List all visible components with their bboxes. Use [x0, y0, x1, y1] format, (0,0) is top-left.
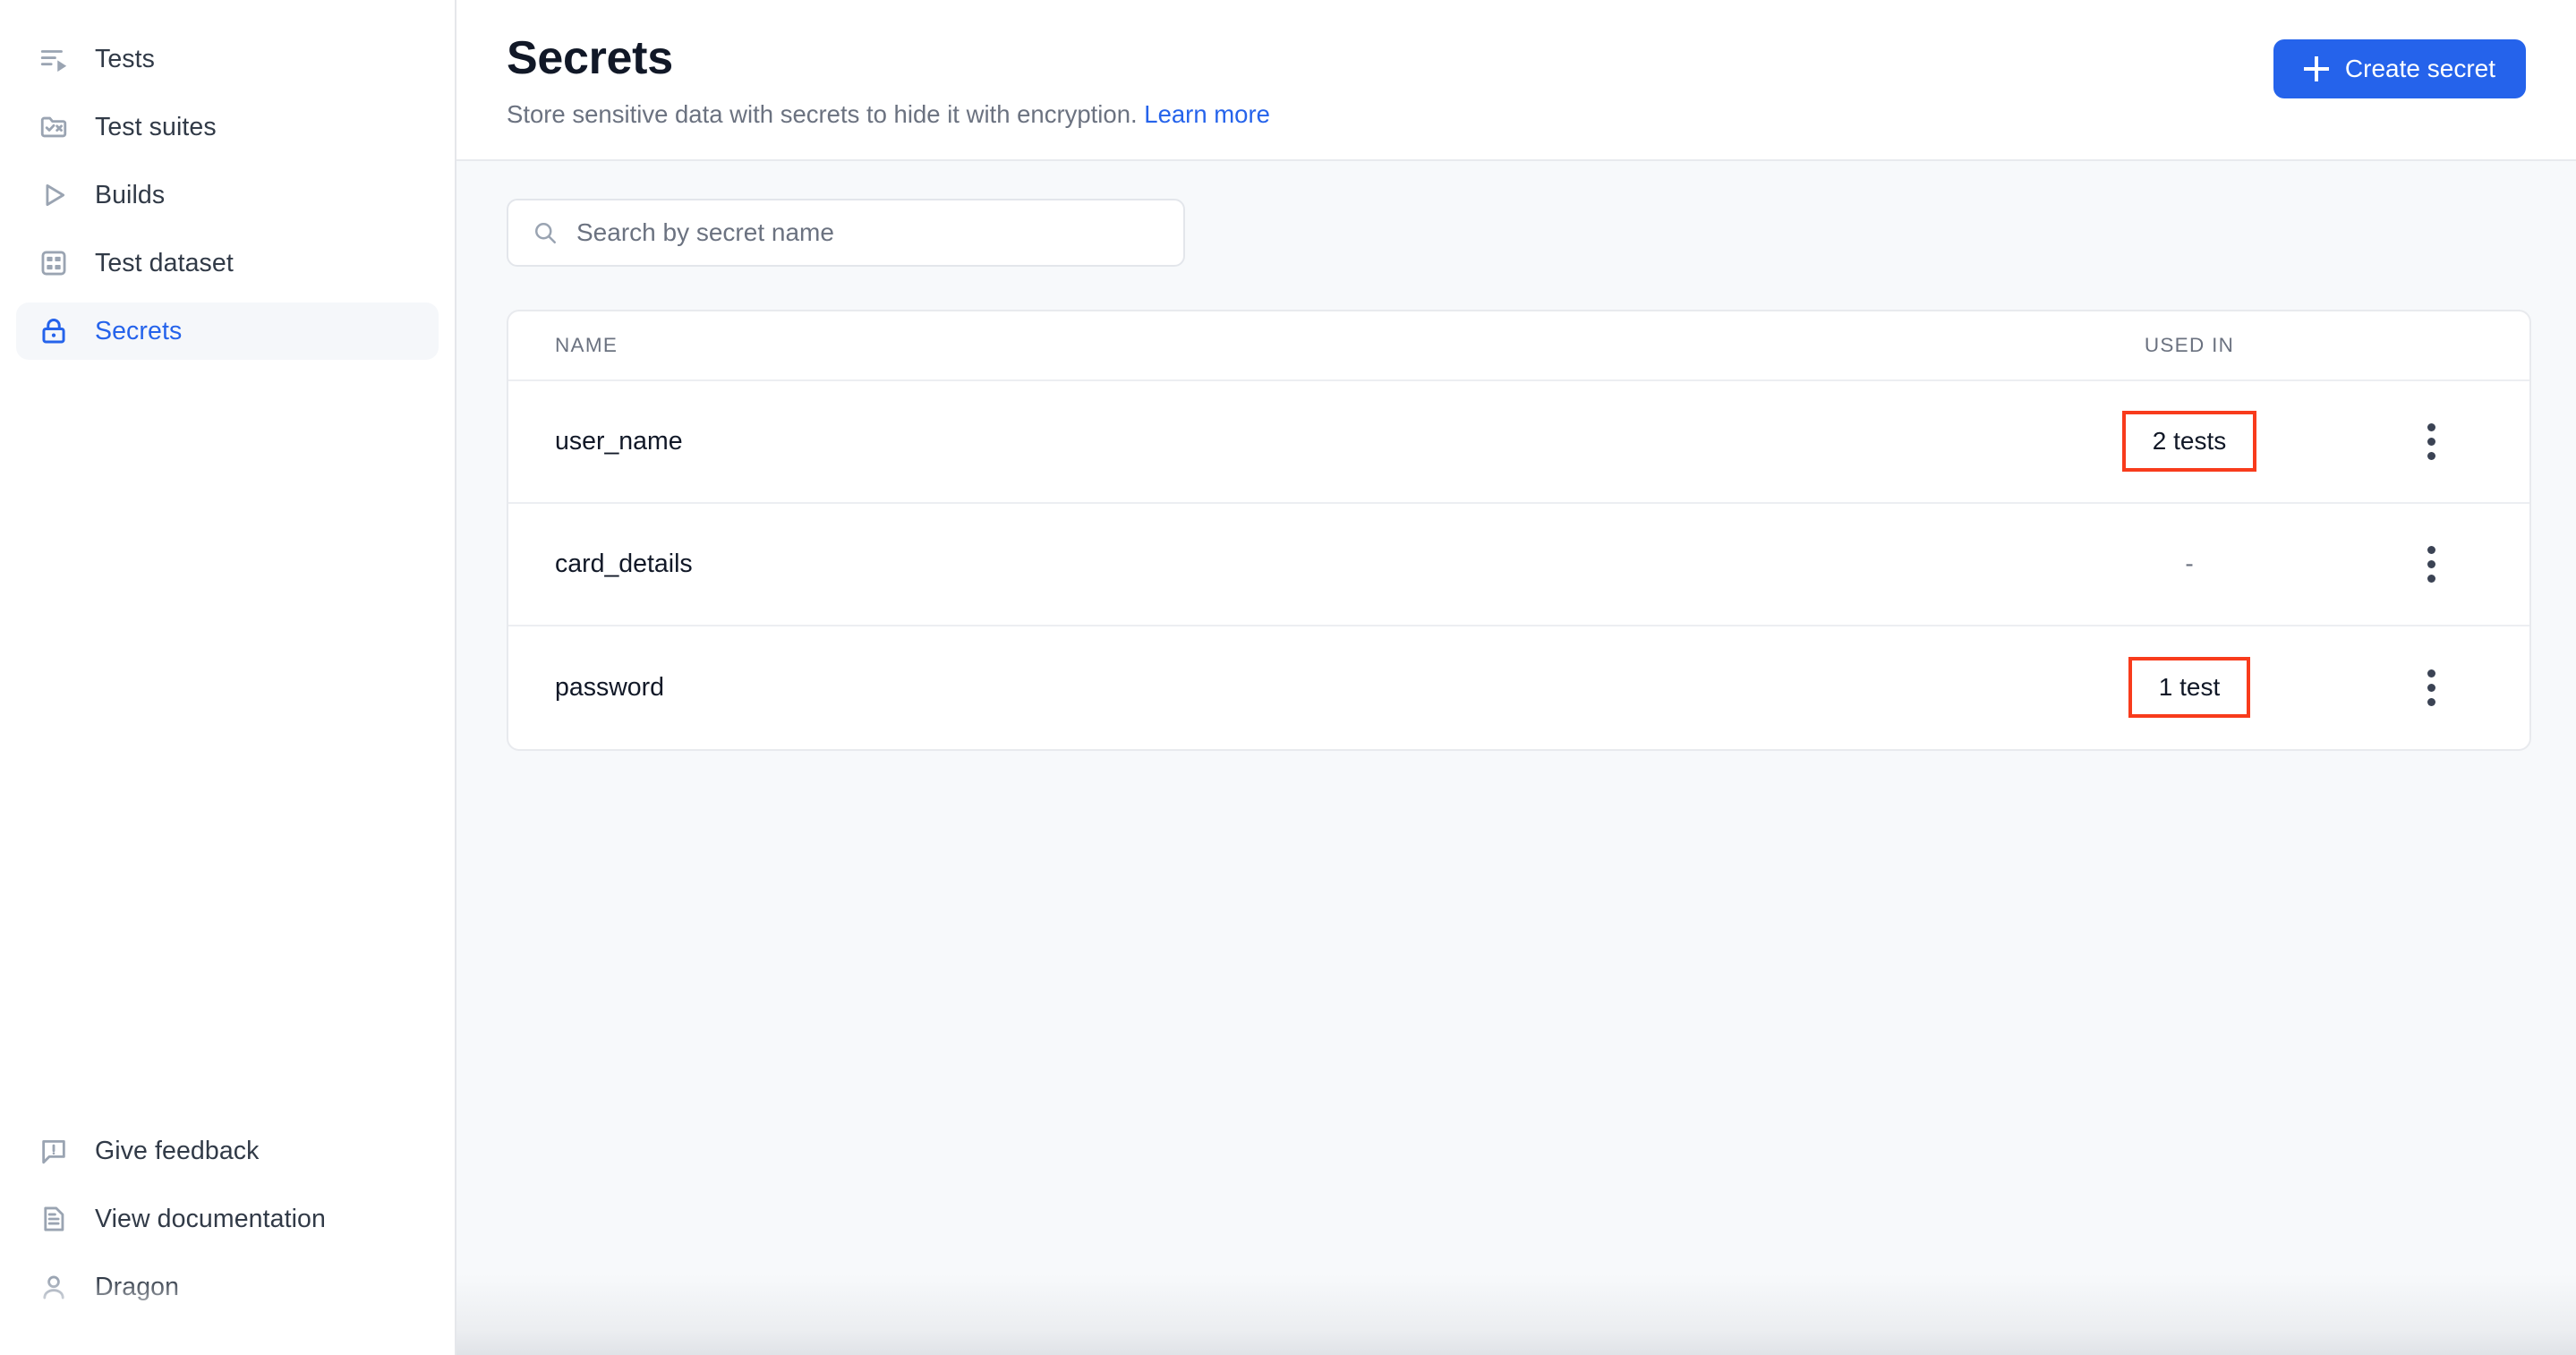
table-cell-actions [2333, 415, 2529, 467]
kebab-menu-icon[interactable] [2405, 415, 2457, 467]
sidebar-item-account[interactable]: Dragon [16, 1258, 439, 1316]
sidebar-item-builds[interactable]: Builds [16, 166, 439, 224]
feedback-bubble-icon [36, 1133, 72, 1169]
sidebar-item-label: View documentation [95, 1204, 326, 1233]
table-row[interactable]: card_details - [508, 504, 2529, 626]
table-cell-used-in: - [2046, 550, 2333, 578]
page-subtitle-text: Store sensitive data with secrets to hid… [507, 99, 1138, 128]
sidebar-item-label: Give feedback [95, 1136, 260, 1165]
sidebar-item-label: Dragon [95, 1272, 180, 1301]
page-header-text: Secrets Store sensitive data with secret… [507, 34, 1270, 129]
user-icon [36, 1269, 72, 1305]
sidebar-item-give-feedback[interactable]: Give feedback [16, 1122, 439, 1180]
main-content: Secrets Store sensitive data with secret… [456, 0, 2576, 1355]
table-cell-used-in: 1 test [2046, 657, 2333, 719]
grid-table-icon [36, 245, 72, 281]
table-cell-used-in: 2 tests [2046, 411, 2333, 473]
sidebar-item-secrets[interactable]: Secrets [16, 303, 439, 360]
secret-name: user_name [555, 426, 683, 456]
secret-name: card_details [555, 549, 693, 578]
secrets-table: NAME USED IN user_name 2 tests card_deta… [507, 309, 2531, 751]
sidebar-secondary-nav: Give feedback View documentation Dragon [0, 1117, 455, 1355]
used-in-empty: - [2185, 550, 2194, 578]
sidebar-item-label: Test suites [95, 112, 217, 141]
table-header-name: NAME [508, 334, 2046, 357]
table-row[interactable]: password 1 test [508, 626, 2529, 749]
column-header-label: USED IN [2144, 333, 2235, 356]
kebab-menu-icon[interactable] [2405, 661, 2457, 713]
table-cell-name: card_details [508, 550, 2046, 579]
sidebar-item-label: Test dataset [95, 248, 234, 277]
kebab-menu-icon[interactable] [2405, 538, 2457, 590]
tests-run-icon [36, 41, 72, 77]
used-in-badge[interactable]: 1 test [2128, 657, 2251, 719]
create-secret-button-label: Create secret [2344, 55, 2495, 82]
secrets-panel: NAME USED IN user_name 2 tests [456, 161, 2576, 1355]
secret-name: password [555, 672, 664, 702]
sidebar-item-view-documentation[interactable]: View documentation [16, 1190, 439, 1248]
app-root: Tests Test suites Builds Test dataset Se… [0, 0, 2576, 1355]
table-cell-actions [2333, 538, 2529, 590]
lock-icon [36, 313, 72, 349]
table-header-row: NAME USED IN [508, 311, 2529, 381]
sidebar-item-test-suites[interactable]: Test suites [16, 98, 439, 156]
table-header-used-in: USED IN [2046, 334, 2333, 357]
search-box[interactable] [507, 198, 1185, 267]
page-header: Secrets Store sensitive data with secret… [456, 0, 2576, 161]
sidebar-item-label: Tests [95, 44, 156, 73]
page-subtitle: Store sensitive data with secrets to hid… [507, 99, 1270, 129]
column-header-label: NAME [555, 333, 618, 356]
search-icon [532, 219, 559, 246]
sidebar-item-test-dataset[interactable]: Test dataset [16, 234, 439, 292]
table-cell-name: user_name [508, 427, 2046, 456]
folder-check-icon [36, 109, 72, 145]
sidebar-item-label: Secrets [95, 316, 183, 345]
create-secret-button[interactable]: Create secret [2273, 39, 2526, 98]
plus-icon [2303, 56, 2329, 81]
used-in-badge[interactable]: 2 tests [2121, 411, 2257, 473]
sidebar-primary-nav: Tests Test suites Builds Test dataset Se… [0, 25, 455, 365]
sidebar-item-label: Builds [95, 180, 166, 209]
table-cell-name: password [508, 673, 2046, 703]
play-icon [36, 177, 72, 213]
document-icon [36, 1201, 72, 1237]
search-input[interactable] [576, 217, 1160, 247]
sidebar: Tests Test suites Builds Test dataset Se… [0, 0, 456, 1355]
page-title: Secrets [507, 32, 673, 84]
table-row[interactable]: user_name 2 tests [508, 381, 2529, 504]
learn-more-link[interactable]: Learn more [1144, 100, 1270, 128]
table-cell-actions [2333, 661, 2529, 713]
sidebar-item-tests[interactable]: Tests [16, 30, 439, 88]
